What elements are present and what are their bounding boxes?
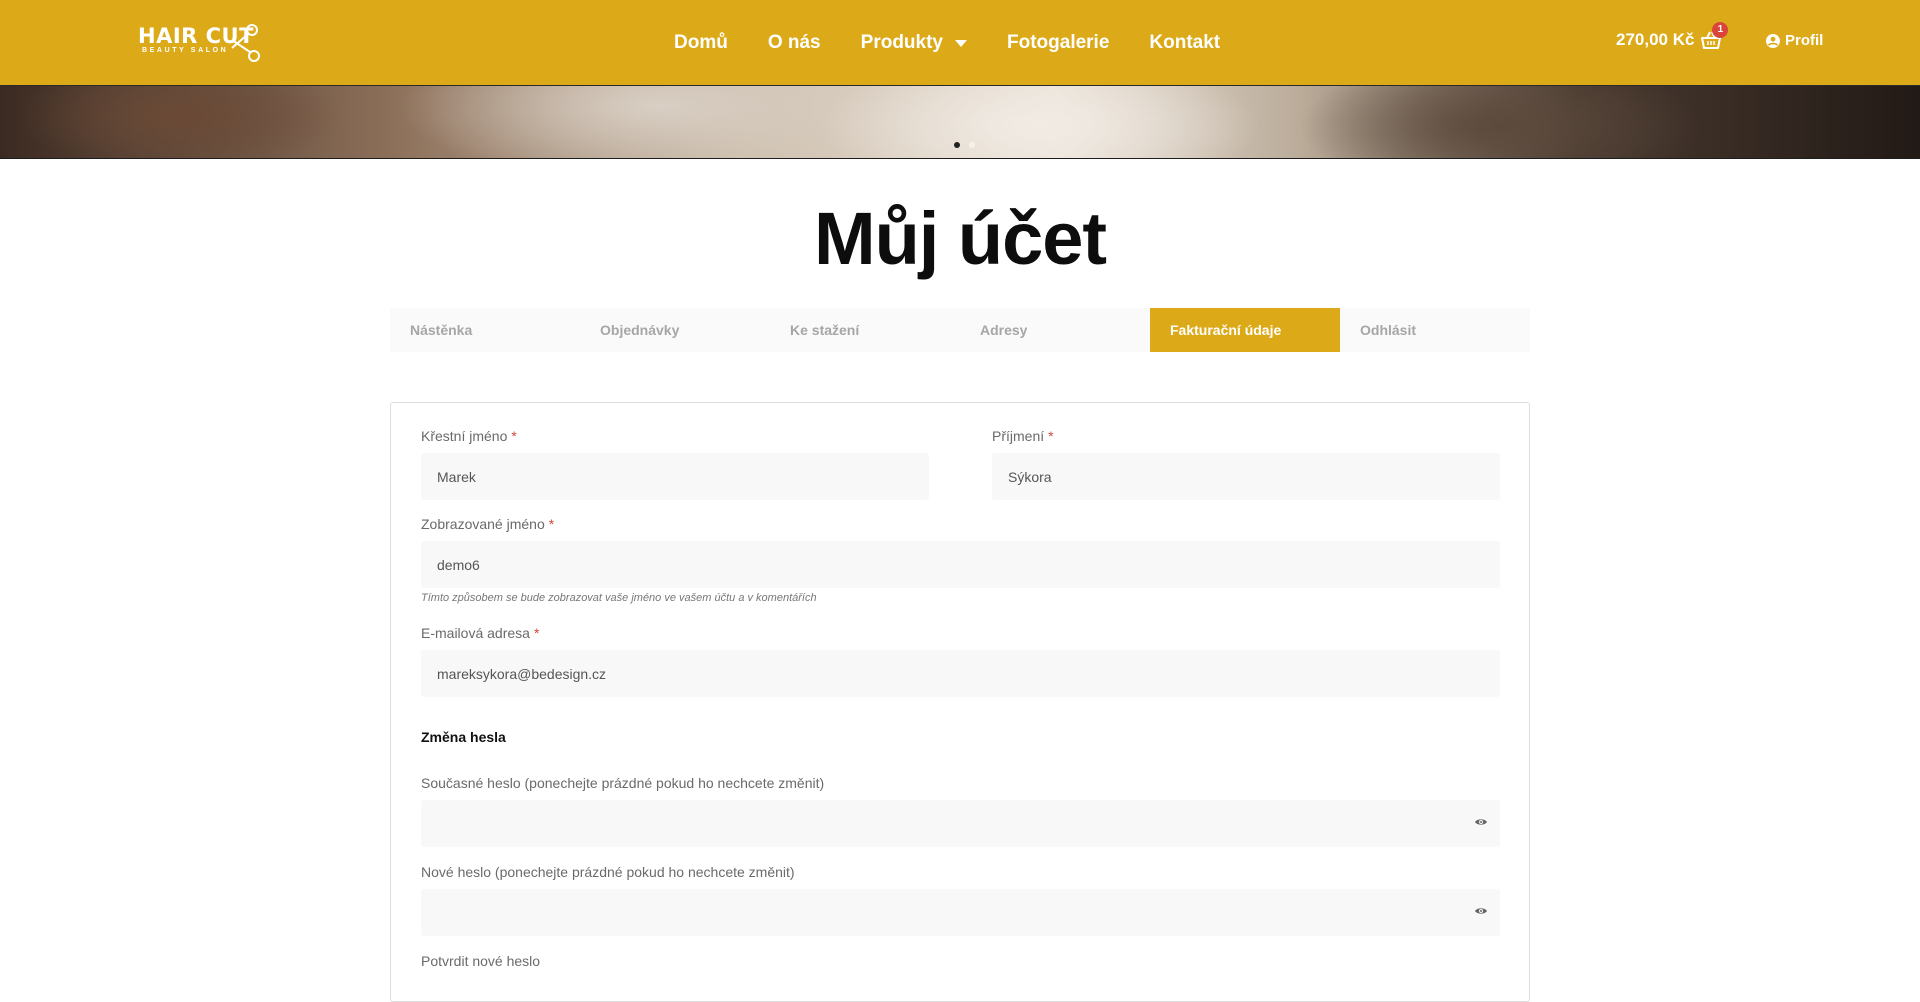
current-password-input[interactable] — [421, 800, 1500, 847]
first-name-input[interactable]: Marek — [421, 453, 929, 500]
site-header: HAIR CUT BEAUTY SALON Domů O nás Produkt… — [0, 0, 1920, 86]
site-logo[interactable]: HAIR CUT BEAUTY SALON — [136, 20, 264, 68]
tab-label: Nástěnka — [410, 322, 473, 338]
password-section-title: Změna hesla — [421, 729, 506, 745]
cart-button[interactable]: 270,00 Kč 1 — [1616, 22, 1729, 50]
nav-label: O nás — [767, 32, 821, 53]
caret-down-icon — [955, 39, 967, 47]
tab-dashboard[interactable]: Nástěnka — [390, 308, 580, 352]
eye-icon[interactable] — [1474, 817, 1488, 827]
display-name-input[interactable]: demo6 — [421, 541, 1500, 588]
input-value: Sýkora — [1008, 468, 1052, 485]
tab-label: Objednávky — [600, 322, 680, 338]
tab-addresses[interactable]: Adresy — [960, 308, 1150, 352]
scissors-icon — [231, 24, 260, 62]
tab-label: Odhlásit — [1360, 322, 1417, 338]
nav-label: Kontakt — [1149, 32, 1221, 53]
tab-label: Fakturační údaje — [1170, 322, 1282, 338]
logo-subtext: BEAUTY SALON — [142, 47, 229, 54]
hero-slider — [0, 86, 1920, 159]
profile-label: Profil — [1785, 32, 1824, 49]
nav-item-contact[interactable]: Kontakt — [1149, 32, 1220, 54]
email-input[interactable]: mareksykora@bedesign.cz — [421, 650, 1500, 697]
tab-downloads[interactable]: Ke stažení — [770, 308, 960, 352]
tab-label: Ke stažení — [790, 322, 860, 338]
eye-icon[interactable] — [1474, 906, 1488, 916]
user-circle-icon — [1766, 33, 1780, 48]
nav-label: Fotogalerie — [1007, 32, 1110, 53]
tab-orders[interactable]: Objednávky — [580, 308, 770, 352]
nav-item-products[interactable]: Produkty — [861, 32, 967, 54]
main-nav: Domů O nás Produkty Fotogalerie Kontakt — [674, 28, 1260, 58]
nav-item-home[interactable]: Domů — [674, 32, 728, 54]
first-name-label: Křestní jméno * — [421, 428, 517, 444]
page-title: Můj účet — [813, 197, 1107, 280]
confirm-password-label: Potvrdit nové heslo — [421, 953, 541, 969]
input-value: mareksykora@bedesign.cz — [437, 665, 607, 682]
slider-dots — [954, 142, 984, 148]
nav-label: Domů — [674, 32, 728, 53]
email-label: E-mailová adresa * — [421, 625, 539, 641]
slider-dot[interactable] — [969, 142, 975, 148]
cart-total: 270,00 Kč — [1616, 30, 1695, 49]
nav-label: Produkty — [860, 32, 943, 53]
tab-label: Adresy — [980, 322, 1028, 338]
required-mark: * — [533, 625, 540, 641]
tab-billing-details[interactable]: Fakturační údaje — [1150, 308, 1340, 352]
display-name-hint: Tímto způsobem se bude zobrazovat vaše j… — [421, 592, 817, 604]
current-password-label: Současné heslo (ponechejte prázdné pokud… — [421, 775, 825, 791]
cart-count-badge: 1 — [1712, 22, 1729, 38]
label-text: Křestní jméno — [421, 428, 508, 444]
nav-item-gallery[interactable]: Fotogalerie — [1007, 32, 1109, 54]
label-text: E-mailová adresa — [421, 625, 530, 641]
input-value: Marek — [437, 468, 476, 485]
new-password-label: Nové heslo (ponechejte prázdné pokud ho … — [421, 864, 795, 880]
label-text: Zobrazované jméno — [421, 516, 545, 532]
required-mark: * — [1048, 428, 1054, 444]
slider-dot[interactable] — [954, 142, 960, 148]
profile-link[interactable]: Profil — [1766, 32, 1823, 49]
new-password-input[interactable] — [421, 889, 1500, 936]
account-tabs: Nástěnka Objednávky Ke stažení Adresy Fa… — [390, 308, 1530, 352]
tab-logout[interactable]: Odhlásit — [1340, 308, 1530, 352]
last-name-label: Příjmení * — [992, 428, 1054, 444]
display-name-label: Zobrazované jméno * — [421, 516, 554, 532]
account-details-form: Křestní jméno * Marek Příjmení * Sýkora Zo… — [390, 402, 1530, 1002]
label-text: Příjmení — [992, 428, 1045, 444]
required-mark: * — [511, 428, 517, 444]
last-name-input[interactable]: Sýkora — [992, 453, 1500, 500]
nav-item-about[interactable]: O nás — [768, 32, 821, 54]
required-mark: * — [548, 516, 555, 532]
basket-icon: 1 — [1700, 22, 1729, 50]
input-value: demo6 — [437, 556, 480, 573]
